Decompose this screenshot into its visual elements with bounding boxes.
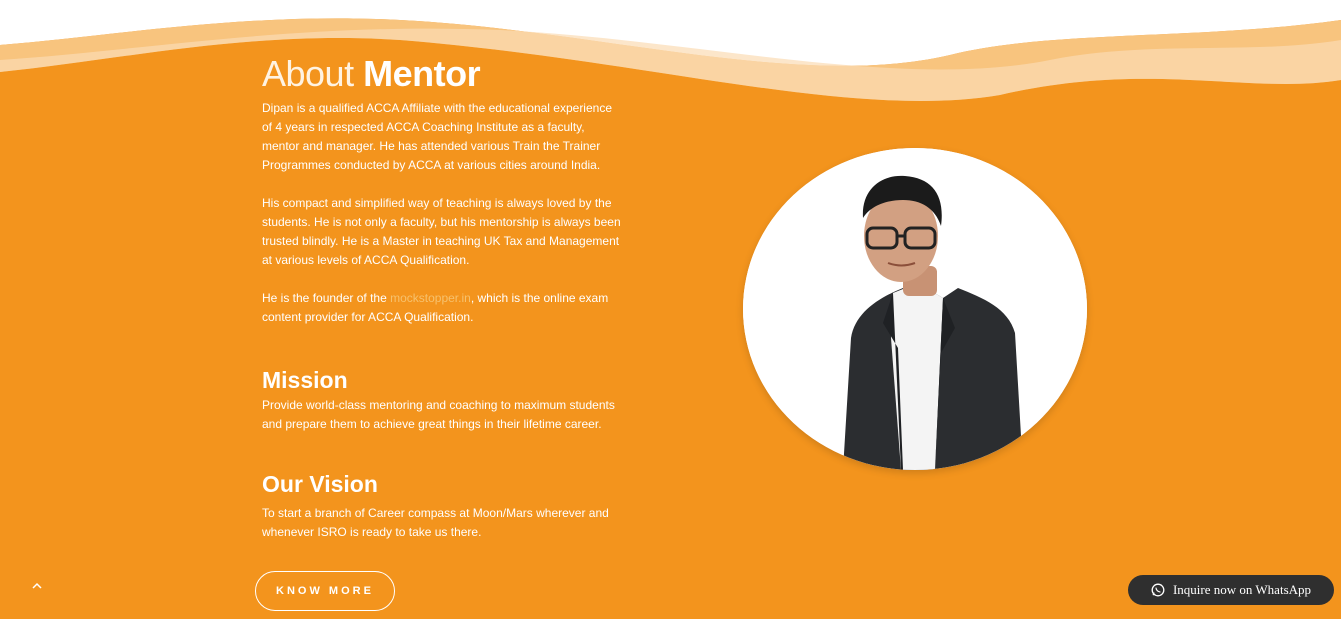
heading-light-text: About <box>262 53 354 94</box>
about-mentor-heading: About Mentor <box>262 52 622 96</box>
para3-prefix: He is the founder of the <box>262 291 391 305</box>
whatsapp-label: Inquire now on WhatsApp <box>1172 582 1312 597</box>
know-more-button[interactable]: KNOW MORE <box>255 571 395 611</box>
about-paragraph-2: His compact and simplified way of teachi… <box>262 196 621 267</box>
vision-text: To start a branch of Career compass at M… <box>262 506 609 539</box>
about-mentor-section: About Mentor Dipan is a qualified ACCA A… <box>262 52 622 542</box>
heading-bold-text: Mentor <box>363 53 481 94</box>
vision-title: Our Vision <box>262 471 378 497</box>
whatsapp-icon <box>1151 583 1165 597</box>
about-paragraph-3: He is the founder of the mockstopper.in,… <box>262 289 622 327</box>
mockstopper-link[interactable]: mockstopper.in <box>390 291 471 305</box>
scroll-to-top-button[interactable] <box>28 576 46 594</box>
mentor-portrait-illustration <box>743 148 1087 470</box>
whatsapp-inquiry-button[interactable]: Inquire now on WhatsApp <box>1128 575 1334 605</box>
mission-text: Provide world-class mentoring and coachi… <box>262 398 615 431</box>
mentor-photo <box>743 148 1087 470</box>
mission-title: Mission <box>262 367 348 393</box>
about-paragraph-1: Dipan is a qualified ACCA Affiliate with… <box>262 101 612 172</box>
chevron-up-icon <box>32 582 42 589</box>
top-wave-decoration <box>0 0 1341 101</box>
